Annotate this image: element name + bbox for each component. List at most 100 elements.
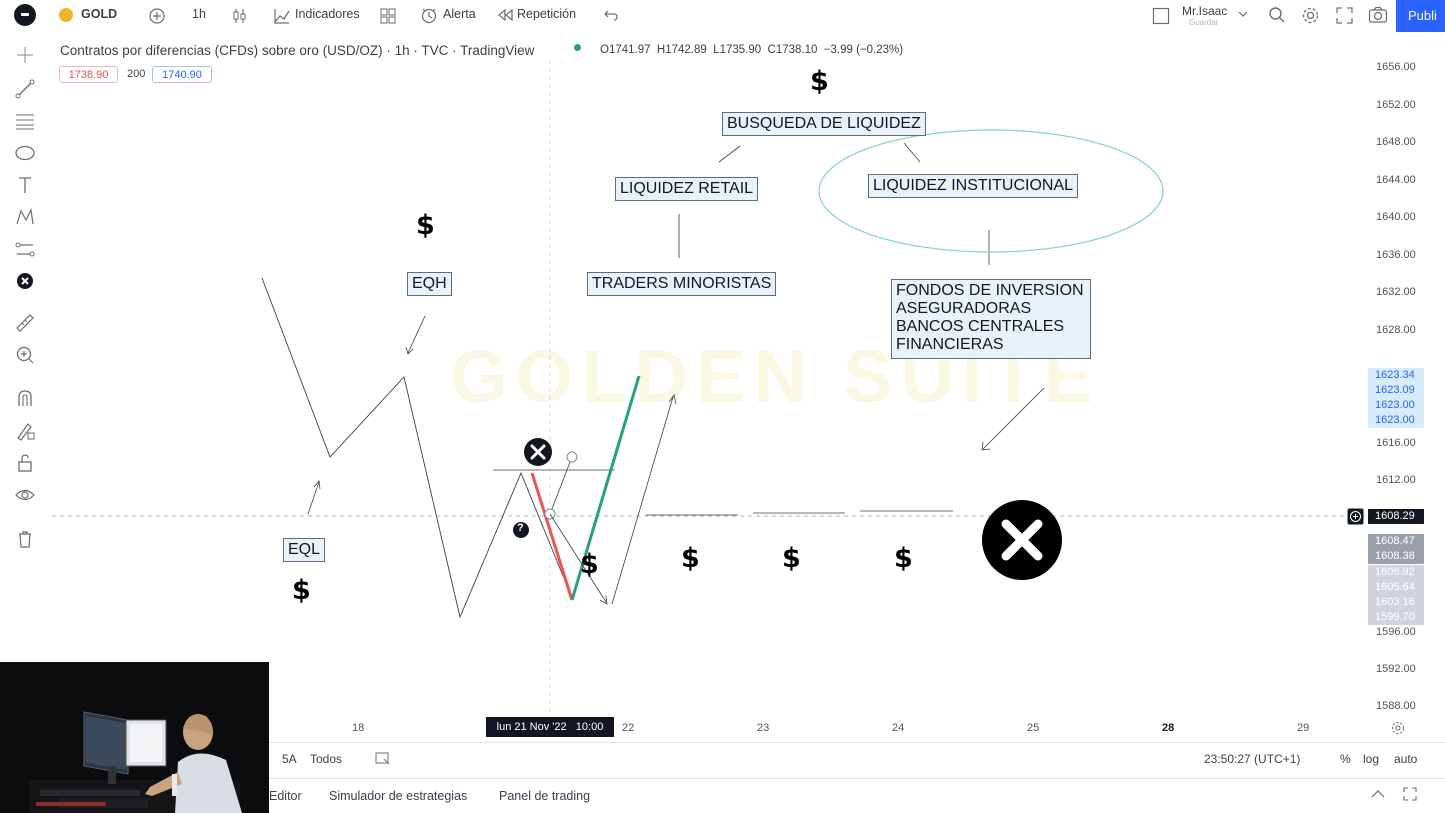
gear-icon[interactable] xyxy=(1301,6,1320,25)
drag-handle-point xyxy=(566,451,578,463)
icons-tool-icon[interactable] xyxy=(14,270,36,292)
buy-price-button[interactable]: 1740.90 xyxy=(152,66,212,83)
dollar-sign-icon[interactable]: $ xyxy=(416,210,435,241)
spread-value: 200 xyxy=(127,68,146,80)
search-icon[interactable] xyxy=(1268,6,1286,24)
dollar-sign-icon[interactable]: $ xyxy=(292,575,311,606)
stay-drawing-icon[interactable] xyxy=(14,420,36,442)
price-marker-label: 1599.70 xyxy=(1368,610,1424,625)
tab-trading-panel[interactable]: Panel de trading xyxy=(499,789,590,803)
large-x-circle xyxy=(982,500,1062,580)
lock-icon[interactable] xyxy=(14,452,36,474)
connector-line xyxy=(903,142,921,163)
price-tick: 1632.00 xyxy=(1376,286,1416,298)
eql-arrow-line xyxy=(307,481,320,515)
arrow-head xyxy=(405,346,414,355)
clock-timezone[interactable]: 23:50:27 (UTC+1) xyxy=(1204,752,1300,766)
price-tick: 1612.00 xyxy=(1376,474,1416,486)
eqh-arrow-line xyxy=(407,315,426,354)
price-tick: 1640.00 xyxy=(1376,211,1416,223)
alert-clock-icon[interactable] xyxy=(420,6,438,24)
text-tool-icon[interactable] xyxy=(14,174,36,196)
fondos-line: ASEGURADORAS xyxy=(896,300,1032,317)
chevron-up-icon[interactable] xyxy=(1371,789,1385,799)
fullscreen-icon[interactable] xyxy=(1336,7,1353,24)
layouts-grid-icon[interactable] xyxy=(380,8,396,24)
drawing-toolbar xyxy=(0,32,52,664)
candle-style-icon[interactable] xyxy=(232,7,248,25)
ruler-measure-icon[interactable] xyxy=(14,312,36,334)
alert-button[interactable]: Alerta xyxy=(443,7,476,21)
traders-minoristas-label[interactable]: TRADERS MINORISTAS xyxy=(587,272,777,296)
camera-snapshot-icon[interactable] xyxy=(1368,6,1388,24)
tradingview-logo-icon[interactable] xyxy=(14,4,36,26)
maximize-panel-icon[interactable] xyxy=(1403,787,1417,801)
add-symbol-icon[interactable] xyxy=(148,7,166,25)
range-5y-button[interactable]: 5A xyxy=(282,752,297,766)
sell-price-button[interactable]: 1738.90 xyxy=(59,66,118,83)
dollar-sign-icon[interactable]: $ xyxy=(681,543,700,574)
liquidez-retail-label[interactable]: LIQUIDEZ RETAIL xyxy=(615,177,759,201)
price-marker-label: 1623.00 xyxy=(1368,398,1424,413)
fib-retracement-icon[interactable] xyxy=(14,110,36,132)
arrow-head xyxy=(313,480,321,490)
goto-date-icon[interactable] xyxy=(375,751,390,765)
price-tick: 1644.00 xyxy=(1376,174,1416,186)
dollar-sign-icon[interactable]: $ xyxy=(782,543,801,574)
indicators-button[interactable]: Indicadores xyxy=(295,7,360,21)
axis-settings-gear-icon[interactable] xyxy=(1391,721,1405,735)
fondos-line: BANCOS CENTRALES xyxy=(896,318,1065,335)
user-name[interactable]: Mr.Isaac xyxy=(1182,4,1227,18)
pattern-tool-icon[interactable] xyxy=(14,206,36,228)
dollar-sign-icon[interactable]: $ xyxy=(580,549,599,580)
layout-toggle-icon[interactable] xyxy=(1152,7,1170,25)
price-tick: 1652.00 xyxy=(1376,99,1416,111)
indicators-icon[interactable] xyxy=(273,7,291,25)
magnet-icon[interactable] xyxy=(14,388,36,410)
trend-line-icon[interactable] xyxy=(14,78,36,100)
crosshair-cursor-icon[interactable] xyxy=(14,44,36,66)
range-all-button[interactable]: Todos xyxy=(310,752,342,766)
dollar-sign-icon[interactable]: $ xyxy=(894,543,913,574)
bearish-move-line xyxy=(530,472,574,601)
eye-visibility-icon[interactable] xyxy=(14,484,36,506)
log-scale-toggle[interactable]: log xyxy=(1363,752,1379,766)
gold-symbol-icon xyxy=(59,8,73,22)
liquidez-institucional-label[interactable]: LIQUIDEZ INSTITUCIONAL xyxy=(868,174,1079,198)
auto-scale-toggle[interactable]: auto xyxy=(1394,752,1417,766)
replay-button[interactable]: Repetición xyxy=(517,7,576,21)
eql-label[interactable]: EQL xyxy=(283,538,326,562)
price-path-polyline xyxy=(261,277,573,619)
symbol-legend-title[interactable]: Contratos por diferencias (CFDs) sobre o… xyxy=(60,43,534,58)
percent-scale-toggle[interactable]: % xyxy=(1340,752,1351,766)
price-marker-label: 1608.47 xyxy=(1368,534,1424,549)
zoom-in-icon[interactable] xyxy=(14,344,36,366)
tab-pine-editor[interactable]: Editor xyxy=(269,789,302,803)
replay-rewind-icon[interactable] xyxy=(497,8,513,22)
trash-icon[interactable] xyxy=(14,528,36,550)
price-tick: 1648.00 xyxy=(1376,136,1416,148)
publish-button[interactable]: Publi xyxy=(1396,0,1445,32)
arrow-head xyxy=(981,441,991,451)
dollar-sign-icon[interactable]: $ xyxy=(810,66,829,97)
symbol-search-button[interactable]: GOLD xyxy=(81,7,117,21)
time-tick: 22 xyxy=(622,722,635,734)
eqh-label[interactable]: EQH xyxy=(407,272,452,296)
price-marker-label: 1606.92 xyxy=(1368,565,1424,580)
webcam-overlay xyxy=(0,662,269,813)
save-sub-label: Guardar xyxy=(1189,18,1219,27)
time-tick: 29 xyxy=(1297,722,1310,734)
tab-strategy-tester[interactable]: Simulador de estrategias xyxy=(329,789,467,803)
add-alert-plus-icon[interactable] xyxy=(1347,508,1364,525)
interval-button[interactable]: 1h xyxy=(192,7,206,21)
shapes-icon[interactable] xyxy=(14,142,36,164)
ohlc-values: O1741.97 H1742.89 L1735.90 C1738.10 −3.9… xyxy=(600,44,904,56)
undo-icon[interactable] xyxy=(603,8,619,22)
chevron-down-icon[interactable] xyxy=(1238,10,1248,18)
prediction-tool-icon[interactable] xyxy=(14,238,36,260)
price-marker-label: 1623.00 xyxy=(1368,413,1424,428)
busqueda-liquidez-label[interactable]: BUSQUEDA DE LIQUIDEZ xyxy=(722,112,926,136)
price-tick: 1596.00 xyxy=(1376,626,1416,638)
fondos-inversion-label[interactable]: FONDOS DE INVERSION ASEGURADORAS BANCOS … xyxy=(891,279,1091,359)
webcam-scene-image xyxy=(0,662,269,813)
